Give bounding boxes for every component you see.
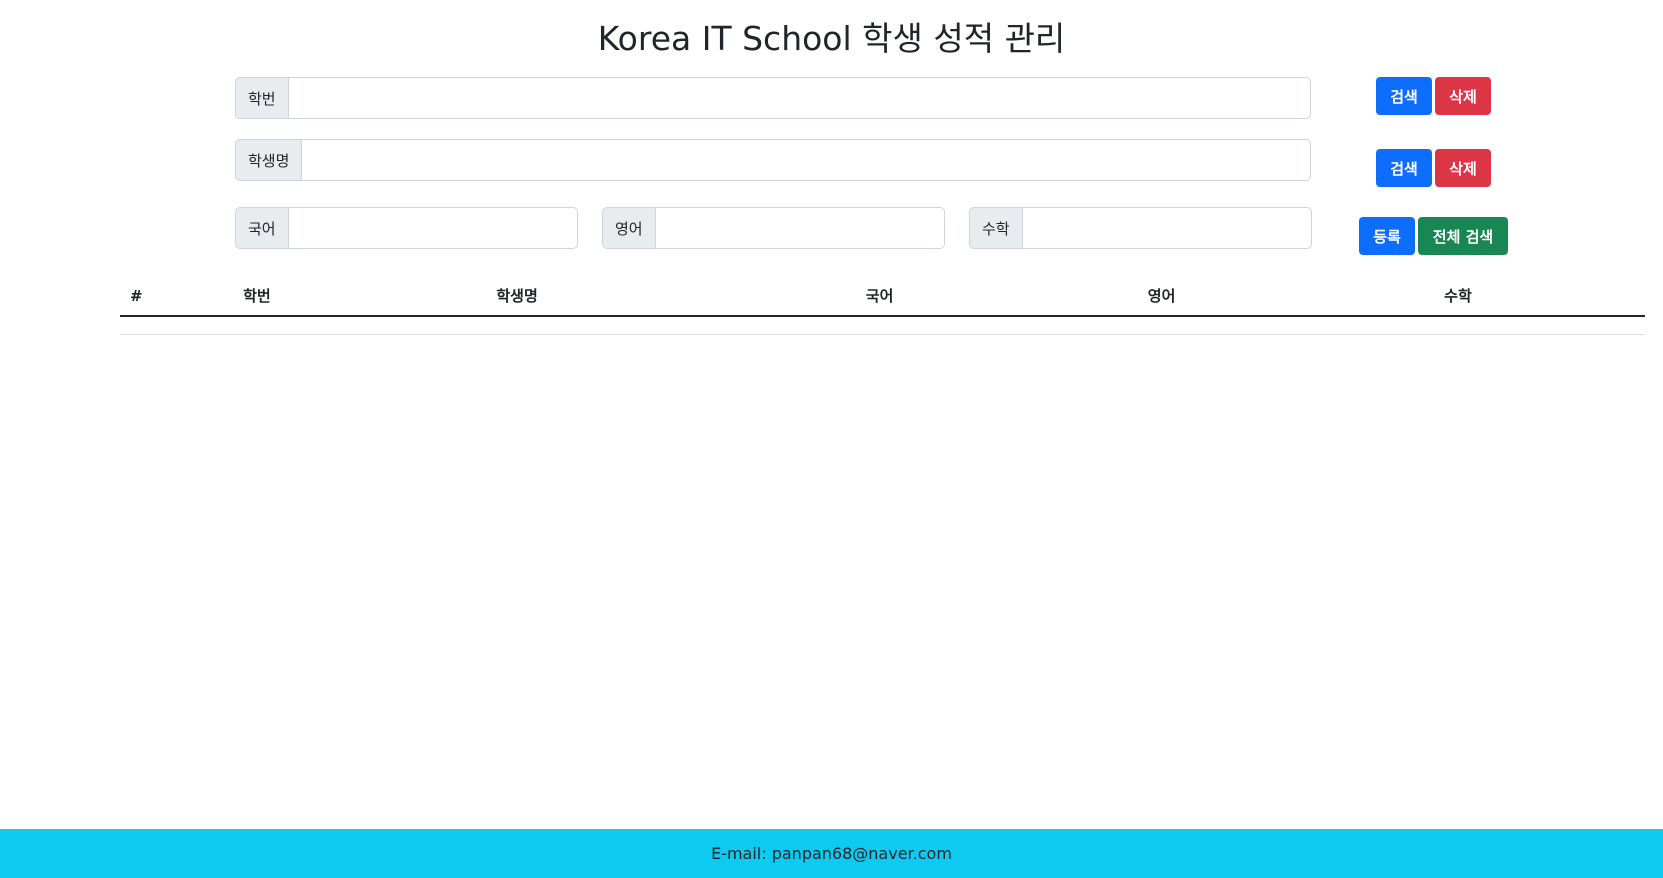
column-header-student-id: 학번 xyxy=(235,276,328,317)
page-title: Korea IT School 학생 성적 관리 xyxy=(597,19,1066,58)
search-all-button[interactable]: 전체 검색 xyxy=(1418,217,1508,255)
student-id-input[interactable] xyxy=(288,77,1311,119)
english-group: 영어 xyxy=(602,207,945,249)
footer: E-mail: panpan68@naver.com xyxy=(0,829,1663,878)
register-button[interactable]: 등록 xyxy=(1359,217,1415,255)
math-score-input[interactable] xyxy=(1022,207,1312,249)
student-id-label: 학번 xyxy=(235,77,289,119)
student-table-container: # 학번 학생명 국어 영어 수학 xyxy=(120,276,1645,335)
column-header-english: 영어 xyxy=(1052,276,1271,317)
student-id-group: 학번 xyxy=(235,77,1311,119)
delete-by-id-button[interactable]: 삭제 xyxy=(1435,77,1491,115)
table-body-empty xyxy=(120,317,1645,335)
english-score-input[interactable] xyxy=(655,207,945,249)
footer-email: E-mail: panpan68@naver.com xyxy=(711,844,952,863)
math-label: 수학 xyxy=(969,207,1023,249)
column-header-index: # xyxy=(120,276,236,317)
search-by-id-button[interactable]: 검색 xyxy=(1376,77,1432,115)
math-group: 수학 xyxy=(969,207,1312,249)
english-label: 영어 xyxy=(602,207,656,249)
table-header-row: # 학번 학생명 국어 영어 수학 xyxy=(120,276,1645,317)
delete-by-name-button[interactable]: 삭제 xyxy=(1435,149,1491,187)
korean-score-input[interactable] xyxy=(288,207,578,249)
student-table: # 학번 학생명 국어 영어 수학 xyxy=(120,276,1645,317)
student-name-group: 학생명 xyxy=(235,139,1311,181)
page: Korea IT School 학생 성적 관리 학번 검색 삭제 학생명 검색… xyxy=(0,0,1663,878)
column-header-math: 수학 xyxy=(1270,276,1645,317)
korean-label: 국어 xyxy=(235,207,289,249)
student-name-label: 학생명 xyxy=(235,139,303,181)
student-name-input[interactable] xyxy=(302,139,1311,181)
search-by-name-button[interactable]: 검색 xyxy=(1376,149,1432,187)
column-header-student-name: 학생명 xyxy=(327,276,707,317)
korean-group: 국어 xyxy=(235,207,578,249)
column-header-korean: 국어 xyxy=(706,276,1053,317)
